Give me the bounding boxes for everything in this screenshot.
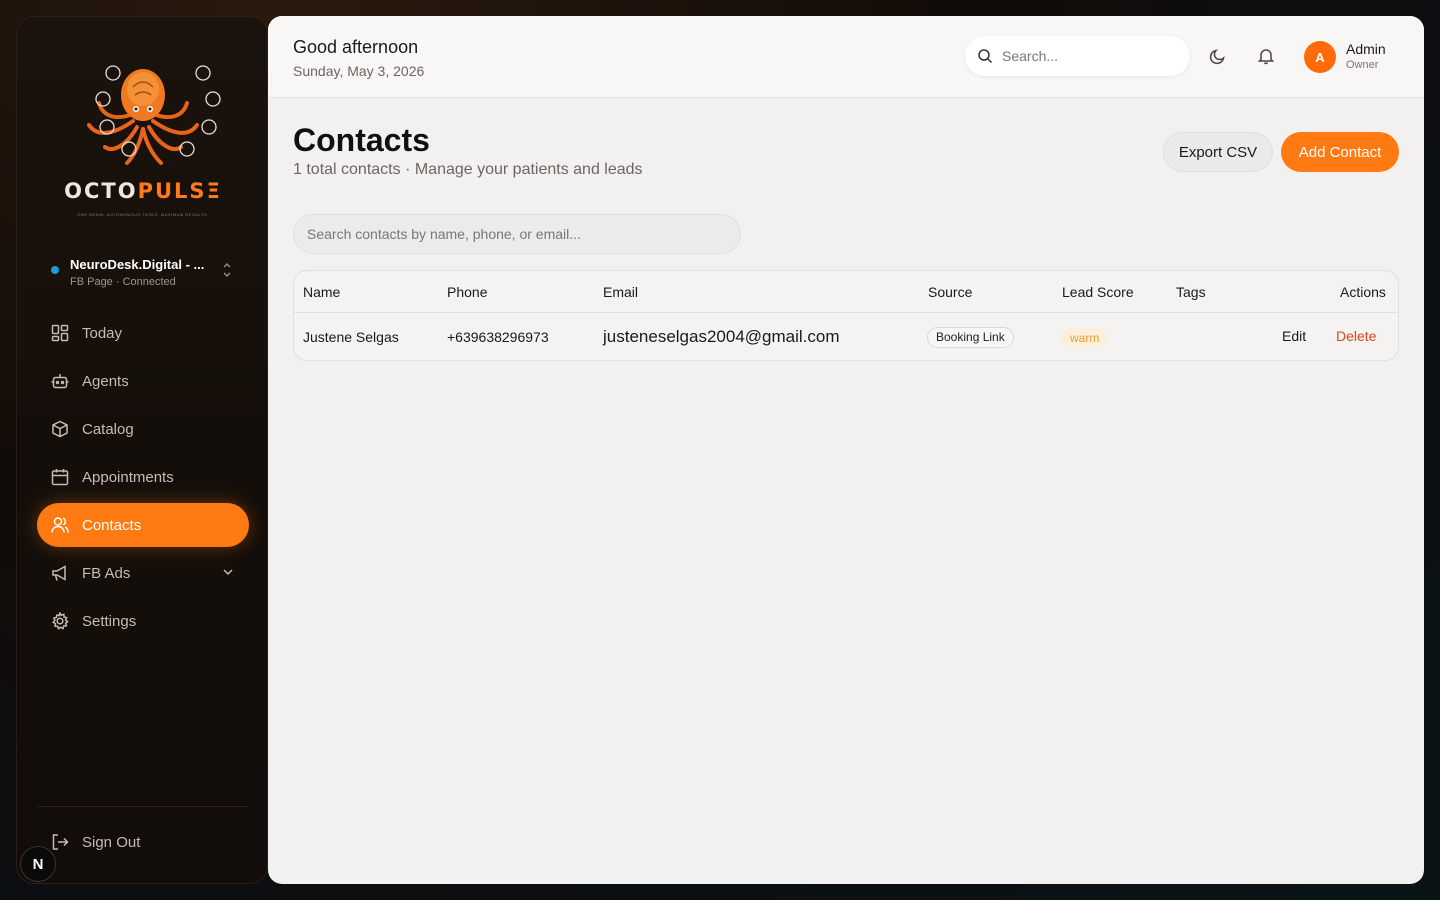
- column-header-lead-score[interactable]: Lead Score: [1062, 284, 1134, 300]
- robot-icon: [51, 374, 69, 389]
- delete-contact-button[interactable]: Delete: [1336, 328, 1376, 344]
- export-csv-button[interactable]: Export CSV: [1163, 132, 1273, 172]
- cell-name: Justene Selgas: [303, 329, 399, 345]
- add-contact-button[interactable]: Add Contact: [1281, 132, 1399, 172]
- user-role: Owner: [1346, 59, 1379, 71]
- avatar[interactable]: A: [1304, 41, 1336, 73]
- contact-search-input[interactable]: [293, 214, 741, 254]
- box-icon: [52, 420, 68, 438]
- page-title: Contacts: [293, 122, 430, 158]
- contacts-table: Name Phone Email Source Lead Score Tags …: [293, 270, 1399, 361]
- sidebar-item-label: Contacts: [82, 516, 142, 534]
- column-header-name[interactable]: Name: [303, 284, 340, 300]
- lead-score-badge: warm: [1061, 328, 1109, 348]
- logo-wordmark: OCTOPULSΞ: [64, 179, 222, 203]
- user-name: Admin: [1346, 41, 1386, 57]
- global-search-input[interactable]: [1002, 48, 1172, 64]
- chevron-down-icon[interactable]: [221, 565, 235, 579]
- sidebar-item-today[interactable]: Today: [37, 311, 249, 355]
- gear-icon: [52, 612, 69, 630]
- source-badge: Booking Link: [927, 327, 1014, 348]
- table-header: Name Phone Email Source Lead Score Tags …: [294, 271, 1398, 313]
- page-subtitle: 1 total contacts · Manage your patients …: [293, 161, 643, 178]
- column-header-tags[interactable]: Tags: [1176, 284, 1206, 300]
- sidebar-item-label: FB Ads: [82, 564, 131, 582]
- sidebar-item-label: Appointments: [82, 468, 174, 486]
- bell-icon[interactable]: [1257, 47, 1275, 65]
- dashboard-icon: [51, 324, 69, 342]
- sidebar-divider: [37, 806, 249, 807]
- sidebar-item-agents[interactable]: Agents: [37, 359, 249, 403]
- sidebar-item-catalog[interactable]: Catalog: [37, 407, 249, 451]
- workspace-switcher[interactable]: NeuroDesk.Digital - ... FB Page · Connec…: [49, 253, 239, 297]
- logo-tagline: ONE BRAIN. AUTONOMOUS TASKS. MAXIMUM RES…: [77, 212, 209, 217]
- logout-icon: [52, 834, 69, 850]
- octopus-logo-icon: [87, 65, 221, 165]
- sign-out-label: Sign Out: [82, 833, 141, 851]
- greeting: Good afternoon: [293, 37, 419, 57]
- connected-status-dot: [51, 266, 59, 274]
- megaphone-icon: [52, 565, 66, 581]
- global-search[interactable]: [965, 36, 1190, 76]
- sidebar: OCTOPULSΞ ONE BRAIN. AUTONOMOUS TASKS. M…: [16, 16, 268, 884]
- column-header-actions: Actions: [1340, 284, 1386, 300]
- cell-phone: +639638296973: [447, 329, 549, 345]
- current-date: Sunday, May 3, 2026: [293, 63, 425, 79]
- sidebar-item-settings[interactable]: Settings: [37, 599, 249, 643]
- top-bar: Good afternoon Sunday, May 3, 2026 A Adm…: [268, 16, 1424, 98]
- calendar-icon: [51, 469, 69, 486]
- sidebar-item-contacts[interactable]: Contacts: [37, 503, 249, 547]
- octopulse-logo: OCTOPULSΞ ONE BRAIN. AUTONOMOUS TASKS. M…: [57, 51, 229, 221]
- sidebar-item-label: Agents: [82, 372, 129, 390]
- sidebar-item-appointments[interactable]: Appointments: [37, 455, 249, 499]
- column-header-source[interactable]: Source: [928, 284, 972, 300]
- edit-contact-button[interactable]: Edit: [1282, 328, 1306, 344]
- column-header-phone[interactable]: Phone: [447, 284, 487, 300]
- users-icon: [51, 517, 69, 533]
- sidebar-item-label: Catalog: [82, 420, 134, 438]
- main-panel: Good afternoon Sunday, May 3, 2026 A Adm…: [268, 16, 1424, 884]
- search-icon: [978, 49, 993, 64]
- sidebar-item-label: Settings: [82, 612, 137, 630]
- chevron-up-down-icon: [223, 262, 231, 278]
- workspace-name: NeuroDesk.Digital - ...: [70, 257, 205, 272]
- sidebar-item-label: Today: [82, 324, 123, 342]
- sidebar-nav: Today Agents Catalog Appointments Contac…: [37, 311, 249, 647]
- moon-icon[interactable]: [1209, 47, 1227, 65]
- n-badge[interactable]: N: [20, 846, 56, 882]
- sidebar-item-fb-ads[interactable]: FB Ads: [37, 551, 249, 595]
- table-row[interactable]: Justene Selgas +639638296973 justeneselg…: [294, 313, 1398, 360]
- sign-out-button[interactable]: Sign Out: [37, 820, 249, 864]
- workspace-status: FB Page · Connected: [70, 276, 176, 288]
- column-header-email[interactable]: Email: [603, 284, 638, 300]
- cell-email: justeneselgas2004@gmail.com: [603, 327, 840, 346]
